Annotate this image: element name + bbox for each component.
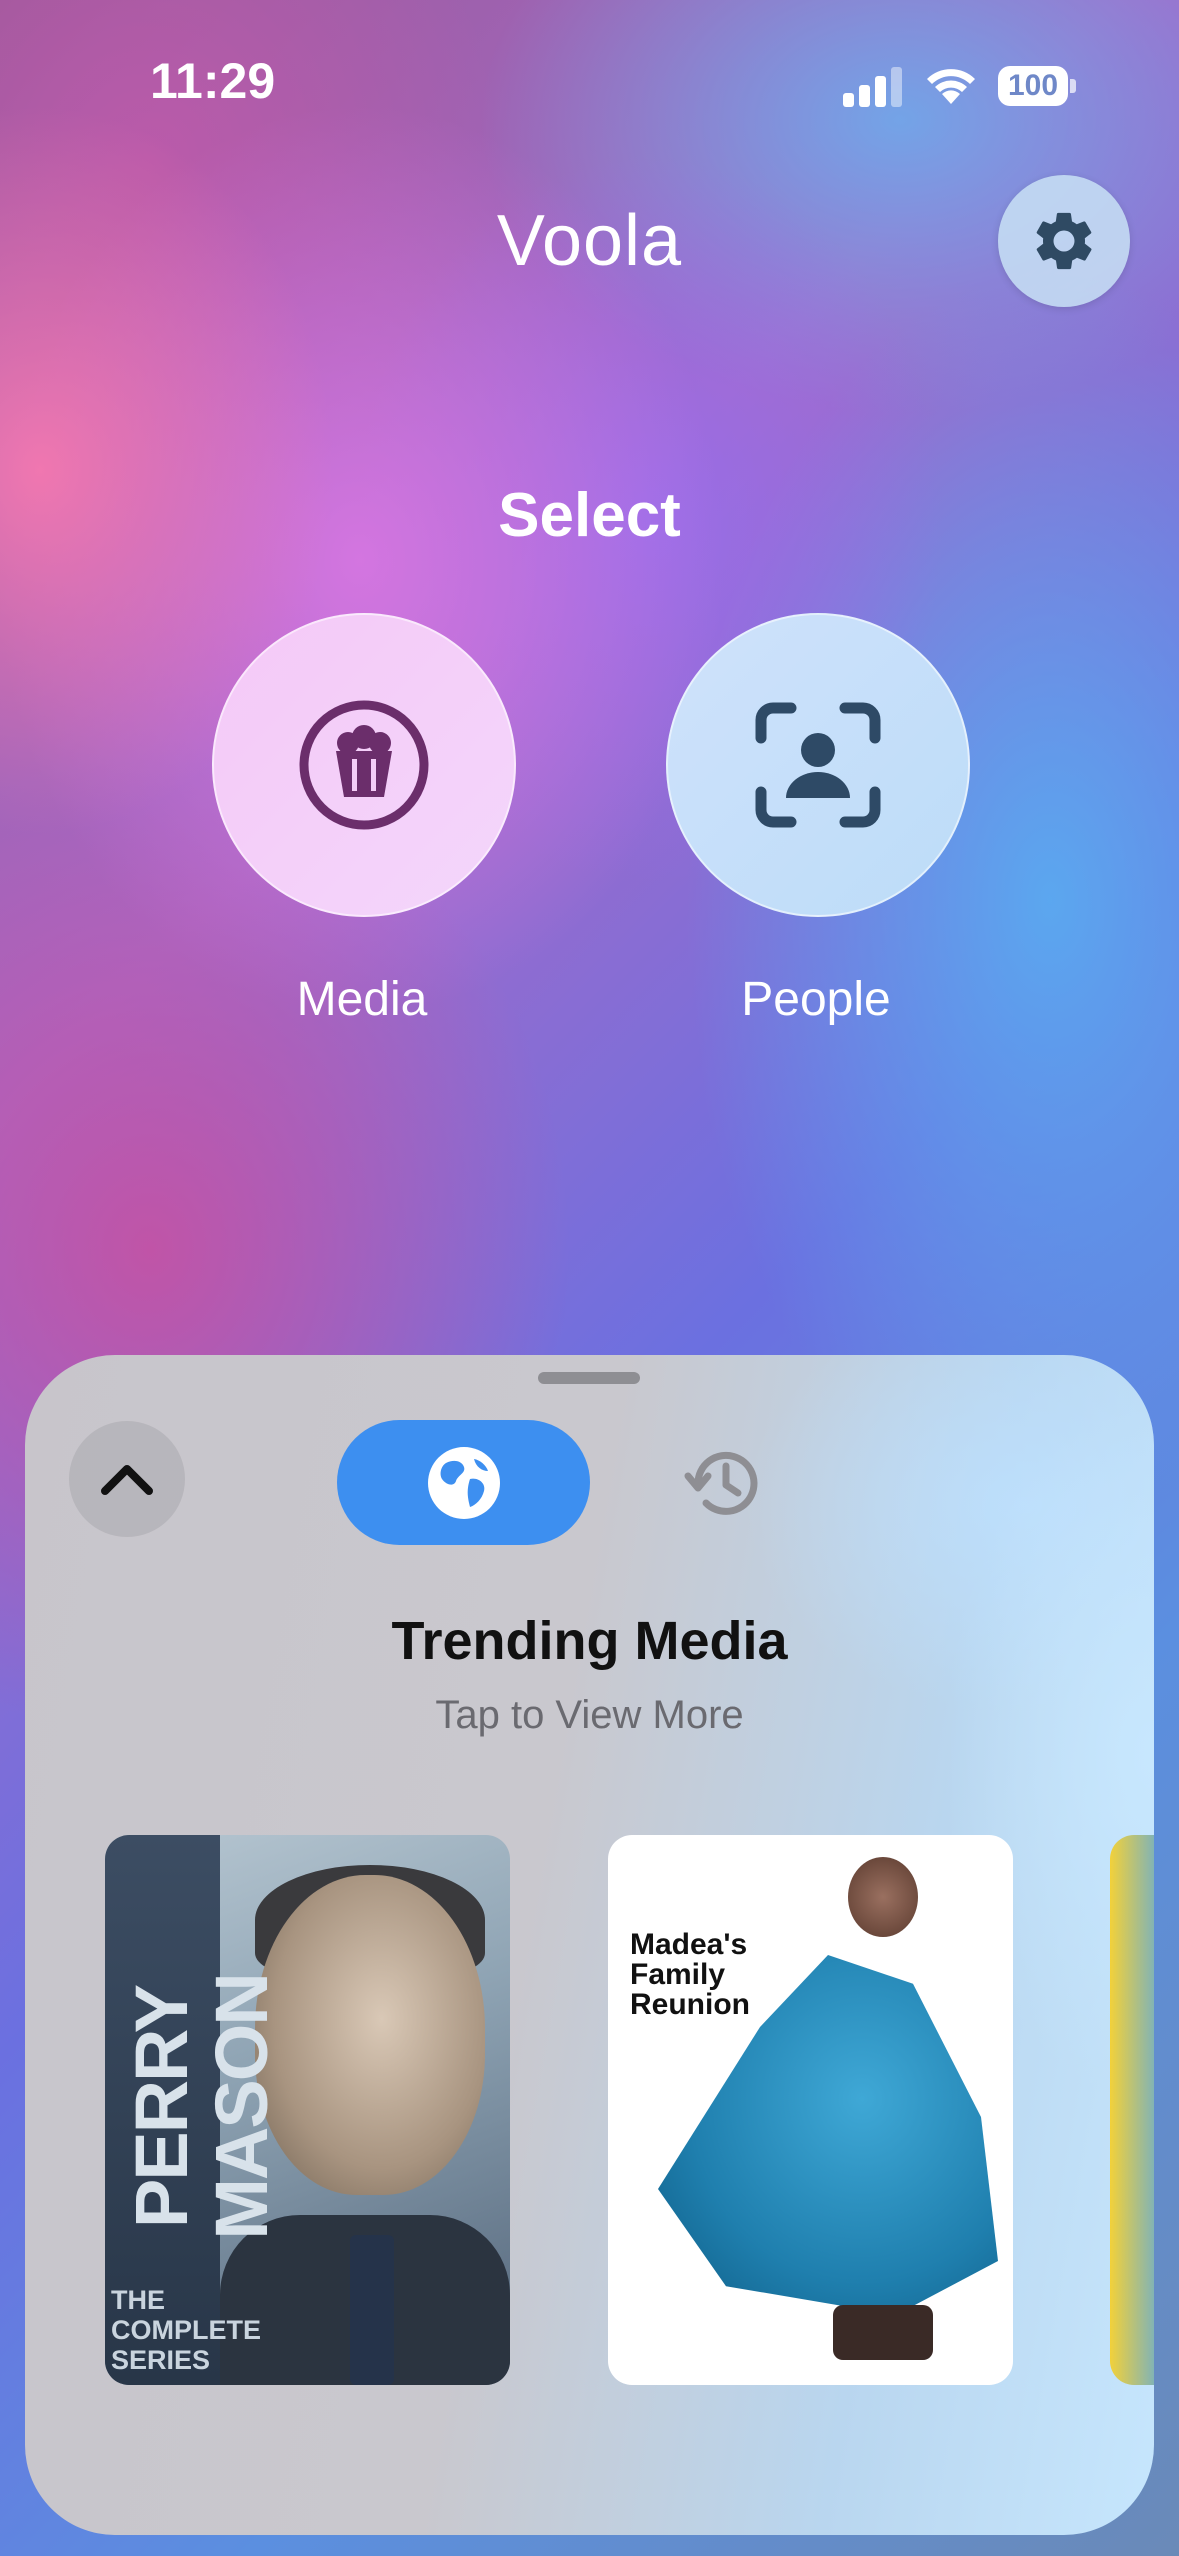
- popcorn-icon: [299, 700, 429, 830]
- chevron-up-icon: [101, 1465, 153, 1495]
- poster-madeas-family-reunion[interactable]: Madea's Family Reunion: [608, 1835, 1013, 2385]
- status-bar: 11:29 100: [0, 0, 1179, 170]
- poster-perry-mason[interactable]: PERRY MASON THE COMPLETE SERIES: [105, 1835, 510, 2385]
- cellular-signal-icon: [843, 65, 903, 107]
- poster-partial[interactable]: [1110, 1835, 1154, 2385]
- globe-icon: [427, 1446, 500, 1519]
- people-option-label: People: [741, 973, 891, 1026]
- tab-trending[interactable]: [337, 1420, 590, 1545]
- trending-media-title: Trending Media: [391, 1611, 788, 1671]
- poster-subtitle: THE COMPLETE SERIES: [111, 2285, 262, 2375]
- poster-title: Madea's Family Reunion: [630, 1928, 750, 2021]
- status-time: 11:29: [150, 53, 276, 109]
- person-scan-icon: [755, 702, 881, 828]
- expand-sheet-button[interactable]: [69, 1421, 185, 1537]
- battery-level: 100: [998, 66, 1068, 106]
- bottom-sheet: Trending Media Tap to View More PERRY MA…: [25, 1355, 1154, 2535]
- history-icon: [684, 1451, 757, 1515]
- wifi-icon: [922, 60, 980, 106]
- tap-to-view-more[interactable]: Tap to View More: [25, 1693, 1154, 1738]
- people-option-button[interactable]: [666, 613, 970, 917]
- tab-history[interactable]: [665, 1425, 780, 1540]
- media-option-label: Media: [296, 973, 428, 1026]
- battery-icon: 100: [998, 66, 1076, 106]
- media-option-button[interactable]: [212, 613, 516, 917]
- poster-title: PERRY MASON: [120, 1974, 283, 2240]
- sheet-grabber[interactable]: [538, 1372, 640, 1384]
- select-heading: Select: [498, 481, 681, 550]
- settings-button[interactable]: [998, 175, 1130, 307]
- gear-icon: [1036, 212, 1092, 270]
